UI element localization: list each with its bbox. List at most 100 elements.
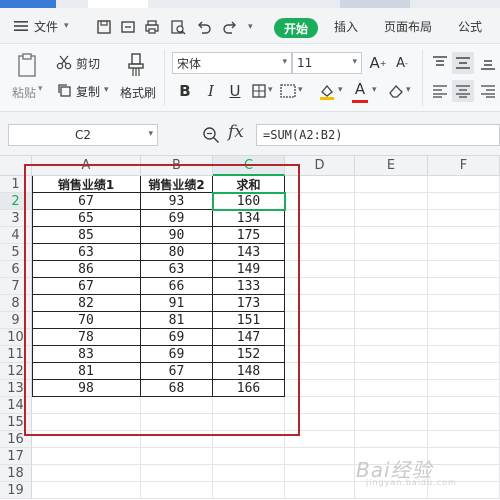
column-header-e[interactable]: E: [355, 156, 428, 176]
align-bottom-icon[interactable]: [480, 56, 496, 70]
cell-e3[interactable]: [355, 210, 428, 227]
cell-e14[interactable]: [355, 397, 428, 414]
column-header-f[interactable]: F: [428, 156, 500, 176]
cell-f9[interactable]: [428, 312, 500, 329]
bold-icon[interactable]: B: [176, 80, 194, 102]
cell-e11[interactable]: [355, 346, 428, 363]
chevron-down-icon[interactable]: ▾: [248, 22, 253, 32]
cell-a17[interactable]: [32, 448, 141, 465]
other-tab[interactable]: [340, 0, 410, 8]
tab-page-layout[interactable]: 页面布局: [384, 16, 432, 36]
border-icon[interactable]: [252, 84, 266, 98]
cell-d19[interactable]: [285, 482, 355, 499]
align-top-icon[interactable]: [432, 56, 448, 70]
cell-e15[interactable]: [355, 414, 428, 431]
chevron-down-icon[interactable]: ▾: [338, 85, 343, 95]
name-box[interactable]: C2 ▾: [8, 124, 158, 146]
cell-d18[interactable]: [285, 465, 355, 482]
cell-e13[interactable]: [355, 380, 428, 397]
align-middle-button[interactable]: [452, 52, 474, 74]
cell-f1[interactable]: [428, 176, 500, 193]
eraser-icon[interactable]: [388, 84, 404, 98]
cell-f17[interactable]: [428, 448, 500, 465]
font-size-select[interactable]: 11 ▾: [292, 52, 362, 74]
chevron-down-icon[interactable]: ▾: [406, 85, 411, 95]
align-center-button[interactable]: [452, 80, 474, 102]
align-right-icon[interactable]: [480, 84, 496, 98]
format-painter-icon[interactable]: [126, 52, 146, 78]
cell-c18[interactable]: [213, 465, 285, 482]
cell-e12[interactable]: [355, 363, 428, 380]
cell-e6[interactable]: [355, 261, 428, 278]
row-header-17[interactable]: 17: [0, 448, 32, 465]
chevron-down-icon[interactable]: ▾: [38, 84, 43, 94]
format-painter-label[interactable]: 格式刷: [120, 84, 156, 101]
cell-f6[interactable]: [428, 261, 500, 278]
paste-icon[interactable]: [16, 52, 40, 78]
save-icon[interactable]: [96, 19, 112, 35]
cell-e7[interactable]: [355, 278, 428, 295]
chevron-down-icon[interactable]: ▾: [298, 85, 303, 95]
cell-e1[interactable]: [355, 176, 428, 193]
cell-e16[interactable]: [355, 431, 428, 448]
italic-icon[interactable]: I: [202, 80, 220, 102]
cell-e10[interactable]: [355, 329, 428, 346]
formula-input[interactable]: =SUM(A2:B2): [256, 124, 500, 146]
cell-c17[interactable]: [213, 448, 285, 465]
cell-a18[interactable]: [32, 465, 141, 482]
cell-f4[interactable]: [428, 227, 500, 244]
print-icon[interactable]: [144, 19, 160, 35]
row-header-19[interactable]: 19: [0, 482, 32, 499]
fx-icon[interactable]: fx: [228, 122, 244, 142]
cell-b19[interactable]: [141, 482, 213, 499]
export-icon[interactable]: [120, 19, 136, 35]
chevron-down-icon[interactable]: ▾: [268, 85, 273, 95]
cell-f10[interactable]: [428, 329, 500, 346]
spreadsheet-grid[interactable]: A B C D E F 1 销售业绩1 销售业绩2 求和 2 67 93 160 3 65 69 134 4 85 90…: [0, 156, 500, 500]
cell-d17[interactable]: [285, 448, 355, 465]
paste-label[interactable]: 粘贴: [12, 84, 36, 101]
undo-icon[interactable]: [196, 19, 212, 35]
cell-f7[interactable]: [428, 278, 500, 295]
chevron-down-icon[interactable]: ▾: [372, 85, 377, 95]
row-header-18[interactable]: 18: [0, 465, 32, 482]
cell-f12[interactable]: [428, 363, 500, 380]
cell-f11[interactable]: [428, 346, 500, 363]
file-menu[interactable]: 文件 ▾: [14, 16, 69, 36]
cell-a19[interactable]: [32, 482, 141, 499]
redo-icon[interactable]: [222, 19, 238, 35]
cell-c19[interactable]: [213, 482, 285, 499]
merge-cells-icon[interactable]: [280, 84, 296, 98]
scissors-icon[interactable]: [56, 54, 72, 70]
cell-e9[interactable]: [355, 312, 428, 329]
cell-e5[interactable]: [355, 244, 428, 261]
tab-start[interactable]: 开始: [274, 18, 318, 38]
cell-f5[interactable]: [428, 244, 500, 261]
cell-f2[interactable]: [428, 193, 500, 210]
increase-font-icon[interactable]: A +: [368, 52, 388, 74]
cell-b18[interactable]: [141, 465, 213, 482]
cell-f3[interactable]: [428, 210, 500, 227]
cell-f8[interactable]: [428, 295, 500, 312]
align-left-icon[interactable]: [432, 84, 448, 98]
zoom-search-icon[interactable]: [202, 126, 220, 144]
font-name-select[interactable]: 宋体 ▾: [172, 52, 292, 74]
copy-label[interactable]: 复制: [76, 83, 100, 100]
chevron-down-icon[interactable]: ▾: [104, 85, 109, 95]
copy-icon[interactable]: [56, 82, 72, 98]
app-tab[interactable]: [0, 0, 56, 8]
print-preview-icon[interactable]: [170, 19, 186, 35]
cell-f16[interactable]: [428, 431, 500, 448]
tab-insert[interactable]: 插入: [334, 16, 358, 36]
cell-f15[interactable]: [428, 414, 500, 431]
decrease-font-icon[interactable]: A-: [392, 52, 412, 74]
tab-formula[interactable]: 公式: [458, 16, 482, 36]
fill-color-icon[interactable]: [318, 82, 336, 100]
cell-e4[interactable]: [355, 227, 428, 244]
cell-e2[interactable]: [355, 193, 428, 210]
cell-e8[interactable]: [355, 295, 428, 312]
cell-b17[interactable]: [141, 448, 213, 465]
document-tab[interactable]: [88, 0, 148, 8]
font-color-icon[interactable]: A: [352, 78, 368, 100]
underline-icon[interactable]: U: [226, 80, 244, 102]
